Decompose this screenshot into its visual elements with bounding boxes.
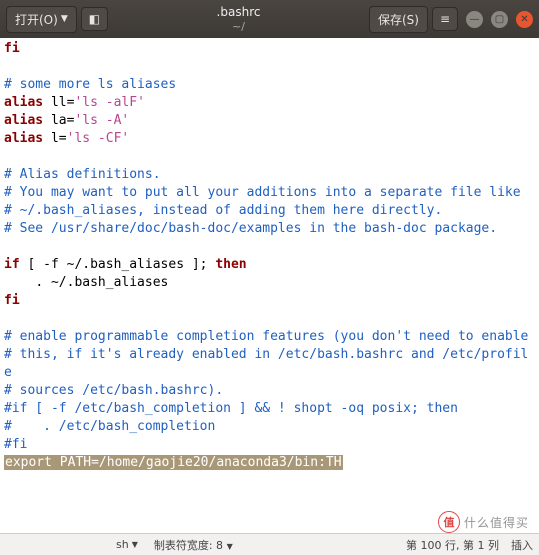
minimize-button[interactable]: — xyxy=(466,11,483,28)
tab-width-label: 制表符宽度: 8 xyxy=(154,539,223,552)
chevron-down-icon: ▼ xyxy=(227,542,233,551)
statusbar: sh ▼ 制表符宽度: 8 ▼ 第 100 行, 第 1 列 插入 xyxy=(0,533,539,555)
code-keyword: fi xyxy=(4,41,20,56)
title-path: ~/ xyxy=(112,20,365,33)
new-tab-icon: ◧ xyxy=(89,12,100,26)
open-label: 打开(O) xyxy=(15,11,58,28)
watermark-text: 什么值得买 xyxy=(464,514,529,531)
hamburger-icon: ≡ xyxy=(440,12,450,26)
cursor-position: 第 100 行, 第 1 列 xyxy=(406,537,499,553)
chevron-down-icon: ▼ xyxy=(61,14,68,24)
tab-width-selector[interactable]: 制表符宽度: 8 ▼ xyxy=(154,537,233,553)
save-label: 保存(S) xyxy=(378,11,419,28)
window-title: .bashrc ~/ xyxy=(112,5,365,33)
code-comment: # some more ls aliases xyxy=(4,77,176,92)
language-label: sh xyxy=(116,538,129,551)
maximize-button[interactable]: ▢ xyxy=(491,11,508,28)
watermark-badge: 值 xyxy=(438,511,460,533)
titlebar: 打开(O) ▼ ◧ .bashrc ~/ 保存(S) ≡ — ▢ ✕ xyxy=(0,0,539,38)
insert-mode[interactable]: 插入 xyxy=(511,537,533,553)
open-button[interactable]: 打开(O) ▼ xyxy=(6,6,77,33)
save-button[interactable]: 保存(S) xyxy=(369,6,428,33)
close-button[interactable]: ✕ xyxy=(516,11,533,28)
editor-area[interactable]: fi # some more ls aliases alias ll='ls -… xyxy=(0,38,539,533)
watermark: 值 什么值得买 xyxy=(438,511,529,533)
highlighted-line: export PATH=/home/gaojie20/anaconda3/bin… xyxy=(4,455,343,470)
language-selector[interactable]: sh ▼ xyxy=(116,538,138,551)
title-filename: .bashrc xyxy=(112,5,365,19)
new-tab-button[interactable]: ◧ xyxy=(81,7,108,31)
menu-button[interactable]: ≡ xyxy=(432,7,458,31)
chevron-down-icon: ▼ xyxy=(132,540,138,549)
